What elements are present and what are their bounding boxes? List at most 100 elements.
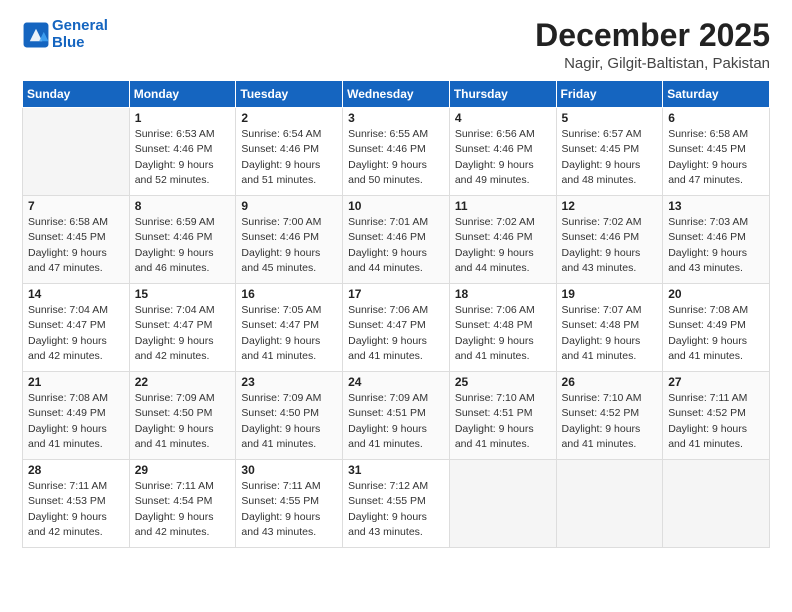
logo-icon [22,21,50,49]
week-row-2: 7 Sunrise: 6:58 AMSunset: 4:45 PMDaylight… [23,196,770,284]
calendar-cell: 13 Sunrise: 7:03 AMSunset: 4:46 PMDayligh… [663,196,770,284]
calendar-table: SundayMondayTuesdayWednesdayThursdayFrid… [22,80,770,548]
day-info: Sunrise: 7:08 AMSunset: 4:49 PMDaylight:… [28,391,124,452]
day-info: Sunrise: 7:09 AMSunset: 4:51 PMDaylight:… [348,391,444,452]
day-number: 25 [455,375,551,389]
title-block: December 2025 Nagir, Gilgit-Baltistan, P… [535,18,770,72]
day-number: 3 [348,111,444,125]
day-number: 11 [455,199,551,213]
day-number: 17 [348,287,444,301]
day-info: Sunrise: 7:07 AMSunset: 4:48 PMDaylight:… [562,303,658,364]
calendar-cell [449,460,556,548]
calendar-cell: 3 Sunrise: 6:55 AMSunset: 4:46 PMDaylight… [343,108,450,196]
main-title: December 2025 [535,18,770,53]
calendar-cell: 4Sunrise: 6:56 AMSunset: 4:46 PMDaylight… [449,108,556,196]
week-row-5: 28 Sunrise: 7:11 AMSunset: 4:53 PMDayligh… [23,460,770,548]
calendar-cell: 26 Sunrise: 7:10 AMSunset: 4:52 PMDayligh… [556,372,663,460]
calendar-cell: 17 Sunrise: 7:06 AMSunset: 4:47 PMDayligh… [343,284,450,372]
day-info: Sunrise: 6:53 AMSunset: 4:46 PMDaylight:… [135,127,231,188]
day-number: 15 [135,287,231,301]
day-info: Sunrise: 7:09 AMSunset: 4:50 PMDaylight:… [241,391,337,452]
day-number: 10 [348,199,444,213]
calendar-cell: 27 Sunrise: 7:11 AMSunset: 4:52 PMDayligh… [663,372,770,460]
calendar-cell: 29Sunrise: 7:11 AMSunset: 4:54 PMDayligh… [129,460,236,548]
day-number: 18 [455,287,551,301]
day-number: 21 [28,375,124,389]
calendar-cell: 1Sunrise: 6:53 AMSunset: 4:46 PMDaylight… [129,108,236,196]
calendar-cell: 9Sunrise: 7:00 AMSunset: 4:46 PMDaylight… [236,196,343,284]
page: General Blue December 2025 Nagir, Gilgit… [0,0,792,612]
day-info: Sunrise: 6:55 AMSunset: 4:46 PMDaylight:… [348,127,444,188]
calendar-header-monday: Monday [129,81,236,108]
day-info: Sunrise: 6:58 AMSunset: 4:45 PMDaylight:… [668,127,764,188]
day-number: 31 [348,463,444,477]
day-info: Sunrise: 7:05 AMSunset: 4:47 PMDaylight:… [241,303,337,364]
calendar-cell: 21 Sunrise: 7:08 AMSunset: 4:49 PMDayligh… [23,372,130,460]
day-info: Sunrise: 7:11 AMSunset: 4:53 PMDaylight:… [28,479,124,540]
day-number: 20 [668,287,764,301]
day-info: Sunrise: 7:08 AMSunset: 4:49 PMDaylight:… [668,303,764,364]
day-number: 16 [241,287,337,301]
calendar-cell: 8Sunrise: 6:59 AMSunset: 4:46 PMDaylight… [129,196,236,284]
day-info: Sunrise: 7:06 AMSunset: 4:48 PMDaylight:… [455,303,551,364]
calendar-cell: 28 Sunrise: 7:11 AMSunset: 4:53 PMDayligh… [23,460,130,548]
day-number: 12 [562,199,658,213]
day-info: Sunrise: 7:10 AMSunset: 4:51 PMDaylight:… [455,391,551,452]
calendar-header-row: SundayMondayTuesdayWednesdayThursdayFrid… [23,81,770,108]
calendar-header-friday: Friday [556,81,663,108]
day-info: Sunrise: 7:02 AMSunset: 4:46 PMDaylight:… [455,215,551,276]
day-number: 6 [668,111,764,125]
logo: General Blue [22,18,108,51]
logo-line1: General [52,17,108,34]
calendar-cell [23,108,130,196]
day-info: Sunrise: 7:12 AMSunset: 4:55 PMDaylight:… [348,479,444,540]
day-number: 30 [241,463,337,477]
day-info: Sunrise: 6:58 AMSunset: 4:45 PMDaylight:… [28,215,124,276]
calendar-cell: 6 Sunrise: 6:58 AMSunset: 4:45 PMDaylight… [663,108,770,196]
day-number: 26 [562,375,658,389]
day-number: 19 [562,287,658,301]
header: General Blue December 2025 Nagir, Gilgit… [22,18,770,72]
calendar-cell: 15 Sunrise: 7:04 AMSunset: 4:47 PMDayligh… [129,284,236,372]
calendar-header-tuesday: Tuesday [236,81,343,108]
calendar-cell: 23 Sunrise: 7:09 AMSunset: 4:50 PMDayligh… [236,372,343,460]
day-info: Sunrise: 7:06 AMSunset: 4:47 PMDaylight:… [348,303,444,364]
day-info: Sunrise: 7:11 AMSunset: 4:52 PMDaylight:… [668,391,764,452]
calendar-header-thursday: Thursday [449,81,556,108]
day-number: 7 [28,199,124,213]
calendar-cell: 2Sunrise: 6:54 AMSunset: 4:46 PMDaylight… [236,108,343,196]
day-info: Sunrise: 6:59 AMSunset: 4:46 PMDaylight:… [135,215,231,276]
day-number: 23 [241,375,337,389]
calendar-header-saturday: Saturday [663,81,770,108]
week-row-3: 14 Sunrise: 7:04 AMSunset: 4:47 PMDayligh… [23,284,770,372]
day-number: 27 [668,375,764,389]
calendar-cell: 14 Sunrise: 7:04 AMSunset: 4:47 PMDayligh… [23,284,130,372]
calendar-cell: 7 Sunrise: 6:58 AMSunset: 4:45 PMDaylight… [23,196,130,284]
subtitle: Nagir, Gilgit-Baltistan, Pakistan [535,55,770,72]
day-info: Sunrise: 7:03 AMSunset: 4:46 PMDaylight:… [668,215,764,276]
day-info: Sunrise: 6:56 AMSunset: 4:46 PMDaylight:… [455,127,551,188]
logo-text: General Blue [52,18,108,51]
calendar-cell: 11 Sunrise: 7:02 AMSunset: 4:46 PMDayligh… [449,196,556,284]
day-number: 28 [28,463,124,477]
calendar-cell: 5Sunrise: 6:57 AMSunset: 4:45 PMDaylight… [556,108,663,196]
week-row-4: 21 Sunrise: 7:08 AMSunset: 4:49 PMDayligh… [23,372,770,460]
day-number: 24 [348,375,444,389]
day-number: 14 [28,287,124,301]
calendar-cell: 25 Sunrise: 7:10 AMSunset: 4:51 PMDayligh… [449,372,556,460]
week-row-1: 1Sunrise: 6:53 AMSunset: 4:46 PMDaylight… [23,108,770,196]
calendar-cell: 10Sunrise: 7:01 AMSunset: 4:46 PMDayligh… [343,196,450,284]
day-info: Sunrise: 7:00 AMSunset: 4:46 PMDaylight:… [241,215,337,276]
day-info: Sunrise: 7:04 AMSunset: 4:47 PMDaylight:… [135,303,231,364]
calendar-cell: 16 Sunrise: 7:05 AMSunset: 4:47 PMDayligh… [236,284,343,372]
calendar-cell: 30 Sunrise: 7:11 AMSunset: 4:55 PMDayligh… [236,460,343,548]
day-info: Sunrise: 7:11 AMSunset: 4:55 PMDaylight:… [241,479,337,540]
day-info: Sunrise: 7:09 AMSunset: 4:50 PMDaylight:… [135,391,231,452]
day-info: Sunrise: 7:11 AMSunset: 4:54 PMDaylight:… [135,479,231,540]
day-info: Sunrise: 7:10 AMSunset: 4:52 PMDaylight:… [562,391,658,452]
day-number: 13 [668,199,764,213]
day-info: Sunrise: 7:04 AMSunset: 4:47 PMDaylight:… [28,303,124,364]
calendar-cell [556,460,663,548]
calendar-header-sunday: Sunday [23,81,130,108]
day-info: Sunrise: 7:02 AMSunset: 4:46 PMDaylight:… [562,215,658,276]
